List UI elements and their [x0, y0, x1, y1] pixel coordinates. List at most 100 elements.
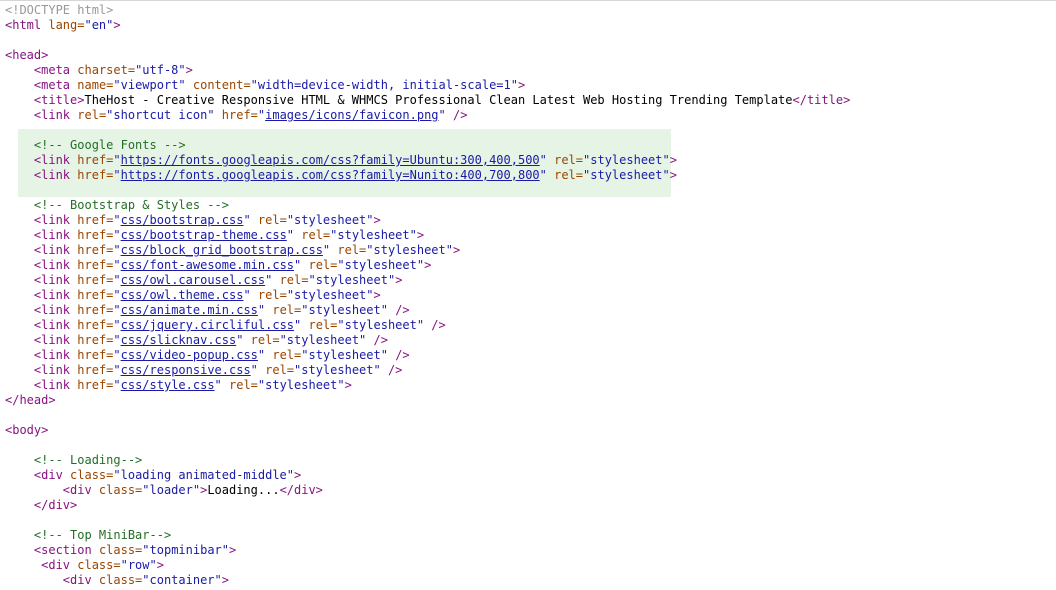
- source-attribute: href=: [77, 318, 114, 332]
- source-attribute: class=: [98, 543, 143, 557]
- source-text: [5, 273, 34, 287]
- source-line: [5, 408, 1056, 423]
- source-link[interactable]: css/owl.theme.css: [121, 288, 244, 302]
- source-attribute-value: "loading animated-middle": [113, 468, 295, 482]
- source-attribute-value: ": [113, 303, 121, 317]
- source-text: [5, 363, 34, 377]
- source-line: <link href="css/jquery.circliful.css" re…: [5, 318, 1056, 333]
- source-tag: </title>: [792, 93, 851, 107]
- source-attribute: rel=: [279, 273, 309, 287]
- source-comment: <!-- Loading-->: [33, 453, 143, 467]
- source-line: </div>: [5, 498, 1056, 513]
- source-attribute: rel=: [554, 153, 584, 167]
- source-attribute: charset=: [77, 63, 136, 77]
- source-attribute-value: ": [113, 363, 121, 377]
- source-link[interactable]: https://fonts.googleapis.com/css?family=…: [121, 153, 540, 167]
- source-tag: <link: [33, 348, 78, 362]
- source-attribute-value: "stylesheet": [286, 213, 374, 227]
- source-link[interactable]: css/video-popup.css: [121, 348, 258, 362]
- source-link[interactable]: css/animate.min.css: [121, 303, 258, 317]
- source-link[interactable]: css/slicknav.css: [121, 333, 237, 347]
- source-line: <meta charset="utf-8">: [5, 63, 1056, 78]
- source-attribute-value: ": [113, 318, 121, 332]
- source-attribute-value: "stylesheet": [294, 363, 388, 377]
- source-link[interactable]: css/style.css: [121, 378, 215, 392]
- source-tag: <meta: [33, 63, 78, 77]
- source-link[interactable]: css/bootstrap.css: [121, 213, 244, 227]
- source-line: <div class="container">: [5, 573, 1056, 588]
- source-attribute-value: ": [322, 243, 338, 257]
- source-attribute-value: "stylesheet": [366, 243, 453, 257]
- source-text: [5, 213, 34, 227]
- source-attribute-value: "stylesheet": [308, 273, 396, 287]
- source-link[interactable]: css/owl.carousel.css: [121, 273, 266, 287]
- source-attribute-value: ": [113, 333, 121, 347]
- source-tag: <link: [33, 273, 78, 287]
- source-line: <link href="css/video-popup.css" rel="st…: [5, 348, 1056, 363]
- source-text: [5, 288, 34, 302]
- source-attribute-value: ": [113, 378, 121, 392]
- source-attribute-value: ": [113, 348, 121, 362]
- source-link[interactable]: css/font-awesome.min.css: [121, 258, 294, 272]
- source-attribute: href=: [77, 348, 114, 362]
- source-tag: >: [185, 63, 193, 77]
- source-tag: >: [229, 543, 237, 557]
- source-text: [5, 378, 34, 392]
- source-attribute-value: ": [294, 258, 309, 272]
- source-link[interactable]: css/responsive.css: [121, 363, 251, 377]
- source-link[interactable]: https://fonts.googleapis.com/css?family=…: [121, 168, 540, 182]
- source-line: <link href="css/animate.min.css" rel="st…: [5, 303, 1056, 318]
- source-attribute-value: ": [539, 168, 555, 182]
- source-tag: <link: [33, 153, 78, 167]
- source-link[interactable]: css/block_grid_bootstrap.css: [121, 243, 323, 257]
- source-attribute-value: ": [113, 213, 121, 227]
- source-link[interactable]: css/jquery.circliful.css: [121, 318, 294, 332]
- source-doctype: <!DOCTYPE html>: [5, 3, 114, 17]
- source-line: <!-- Loading-->: [5, 453, 1056, 468]
- source-line: <link href="css/font-awesome.min.css" re…: [5, 258, 1056, 273]
- source-tag: >: [424, 258, 432, 272]
- source-line: <link href="css/owl.theme.css" rel="styl…: [5, 288, 1056, 303]
- source-attribute-value: "stylesheet": [583, 153, 670, 167]
- source-tag: >: [669, 153, 677, 167]
- source-link[interactable]: css/bootstrap-theme.css: [121, 228, 287, 242]
- source-line: <link href="css/bootstrap.css" rel="styl…: [5, 213, 1056, 228]
- source-tag: >: [452, 243, 461, 257]
- source-attribute-value: ": [438, 108, 453, 122]
- source-attribute: class=: [98, 573, 143, 587]
- source-line: <title>TheHost - Creative Responsive HTM…: [5, 93, 1056, 108]
- source-tag: <head>: [5, 48, 49, 62]
- source-attribute-value: "stylesheet": [337, 318, 432, 332]
- source-line: <!-- Top MiniBar-->: [5, 528, 1056, 543]
- source-line: <link href="css/slicknav.css" rel="style…: [5, 333, 1056, 348]
- source-attribute-value: ": [250, 363, 266, 377]
- source-line: <link href="css/bootstrap-theme.css" rel…: [5, 228, 1056, 243]
- source-tag: <div: [33, 468, 71, 482]
- source-attribute-value: "stylesheet": [301, 348, 396, 362]
- source-comment: <!-- Bootstrap & Styles -->: [33, 198, 229, 212]
- source-tag: <section: [33, 543, 99, 557]
- source-tag: >: [373, 213, 381, 227]
- source-tag: />: [373, 333, 388, 347]
- source-attribute-value: "stylesheet": [257, 378, 345, 392]
- source-attribute: name=: [77, 78, 114, 92]
- source-attribute: href=: [77, 228, 114, 242]
- source-line: <link rel="shortcut icon" href= "images/i…: [5, 108, 1056, 123]
- source-text: [5, 528, 34, 542]
- source-line: <div class="loading animated-middle">: [5, 468, 1056, 483]
- source-tag: />: [431, 318, 446, 332]
- source-attribute: href=: [221, 108, 258, 122]
- source-tag: >: [373, 288, 381, 302]
- source-text: [5, 243, 34, 257]
- source-attribute: href=: [77, 378, 114, 392]
- source-text: [5, 453, 34, 467]
- source-line: <meta name="viewport" content="width=dev…: [5, 78, 1056, 93]
- source-text: TheHost - Creative Responsive HTML & WHM…: [84, 93, 793, 107]
- source-tag: <link: [33, 378, 78, 392]
- source-text: [5, 138, 34, 152]
- source-attribute-value: ": [214, 378, 229, 392]
- source-attribute: class=: [70, 468, 114, 482]
- source-attribute: href=: [77, 363, 114, 377]
- source-link[interactable]: images/icons/favicon.png: [265, 108, 438, 122]
- source-attribute-value: "loader": [142, 483, 201, 497]
